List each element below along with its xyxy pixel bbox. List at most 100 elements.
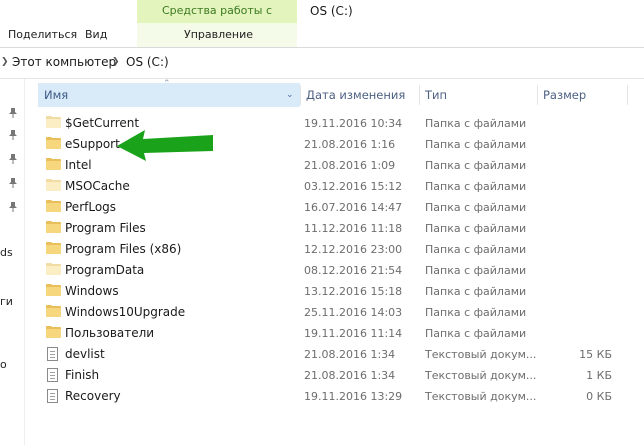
file-type: Текстовый докум...	[425, 369, 537, 382]
folder-icon	[46, 263, 61, 275]
column-header-size[interactable]: Размер	[537, 83, 627, 107]
file-row[interactable]: Finish 21.08.2016 1:34 Текстовый докум... 1…	[38, 365, 644, 386]
file-size	[532, 134, 612, 155]
column-divider[interactable]	[627, 85, 628, 105]
file-row[interactable]: PerfLogs 16.07.2016 14:47 Папка с файлами	[38, 197, 644, 218]
chevron-down-icon[interactable]: ⌄	[286, 83, 294, 107]
tab-manage[interactable]: Управление	[184, 24, 253, 46]
column-header-date[interactable]: Дата изменения	[300, 83, 420, 107]
file-size	[532, 239, 612, 260]
file-date: 21.08.2016 1:16	[304, 138, 396, 151]
file-date: 19.11.2016 10:34	[304, 117, 403, 130]
file-row[interactable]: MSOCache 03.12.2016 15:12 Папка с файлами	[38, 176, 644, 197]
folder-icon	[46, 326, 61, 338]
file-name: devlist	[65, 347, 105, 361]
file-type: Папка с файлами	[425, 117, 527, 130]
file-type: Папка с файлами	[425, 138, 527, 151]
file-date: 11.12.2016 11:18	[304, 222, 403, 235]
folder-icon	[46, 284, 61, 296]
folder-icon	[46, 116, 61, 128]
file-type: Текстовый докум...	[425, 390, 537, 403]
file-name: Program Files (x86)	[65, 242, 182, 256]
file-row[interactable]: Program Files 11.12.2016 11:18 Папка с фай…	[38, 218, 644, 239]
folder-icon	[46, 179, 61, 191]
file-date: 13.12.2016 15:18	[304, 285, 403, 298]
chevron-right-icon[interactable]: ❯	[112, 57, 120, 67]
folder-icon	[46, 200, 61, 212]
file-row[interactable]: Windows10Upgrade 25.11.2016 14:03 Папка с …	[38, 302, 644, 323]
sort-ascending-icon: ⌃	[163, 79, 171, 89]
nav-item-fragment[interactable]: ds	[0, 246, 13, 259]
file-type: Папка с файлами	[425, 159, 527, 172]
pin-icon[interactable]	[9, 202, 17, 212]
file-name: Recovery	[65, 389, 121, 403]
file-date: 21.08.2016 1:09	[304, 159, 396, 172]
file-size	[532, 281, 612, 302]
file-date: 19.11.2016 11:14	[304, 327, 403, 340]
pin-icon[interactable]	[9, 154, 17, 164]
file-date: 21.08.2016 1:34	[304, 369, 396, 382]
text-document-icon	[47, 347, 58, 361]
file-type: Текстовый докум...	[425, 348, 537, 361]
file-size	[532, 302, 612, 323]
file-size: 15 КБ	[579, 348, 612, 361]
file-name: PerfLogs	[65, 200, 117, 214]
file-date: 08.12.2016 21:54	[304, 264, 403, 277]
file-name: Пользователи	[65, 326, 155, 340]
file-size	[532, 176, 612, 197]
disk-tools-context-label: Средства работы с дисками	[137, 0, 297, 38]
file-type: Папка с файлами	[425, 264, 527, 277]
file-size: 0 КБ	[586, 390, 612, 403]
file-size	[532, 197, 612, 218]
file-name: MSOCache	[65, 179, 130, 193]
file-size	[532, 218, 612, 239]
pin-icon[interactable]	[9, 108, 17, 118]
column-header-type[interactable]: Тип	[419, 83, 537, 107]
folder-icon	[46, 242, 61, 254]
breadcrumb-this-pc[interactable]: Этот компьютер	[12, 55, 116, 69]
tab-share[interactable]: Поделиться	[8, 24, 77, 46]
file-type: Папка с файлами	[425, 180, 527, 193]
file-row[interactable]: Recovery 19.11.2016 13:29 Текстовый докум.…	[38, 386, 644, 407]
file-name: ProgramData	[65, 263, 145, 277]
file-name: Windows	[65, 284, 119, 298]
file-type: Папка с файлами	[425, 243, 527, 256]
nav-item-fragment[interactable]: о	[0, 358, 7, 371]
file-name: Windows10Upgrade	[65, 305, 186, 319]
file-name: Finish	[65, 368, 100, 382]
window-title: OS (C:)	[310, 4, 353, 18]
file-date: 25.11.2016 14:03	[304, 306, 403, 319]
file-date: 03.12.2016 15:12	[304, 180, 403, 193]
nav-item-fragment[interactable]: ги	[0, 295, 13, 308]
file-row[interactable]: Windows 13.12.2016 15:18 Папка с файлами	[38, 281, 644, 302]
file-size	[532, 323, 612, 344]
file-type: Папка с файлами	[425, 201, 527, 214]
file-date: 19.11.2016 13:29	[304, 390, 403, 403]
file-name: Intel	[65, 158, 92, 172]
file-name: eSupport	[65, 137, 120, 151]
chevron-right-icon[interactable]: ❯	[1, 57, 9, 67]
file-date: 21.08.2016 1:34	[304, 348, 396, 361]
file-name: Program Files	[65, 221, 146, 235]
file-size	[532, 155, 612, 176]
folder-icon	[46, 305, 61, 317]
file-size	[532, 260, 612, 281]
file-type: Папка с файлами	[425, 222, 527, 235]
file-row[interactable]: Пользователи 19.11.2016 11:14 Папка с файл…	[38, 323, 644, 344]
tab-view[interactable]: Вид	[85, 24, 107, 46]
folder-icon	[46, 158, 61, 170]
file-size	[532, 113, 612, 134]
folder-icon	[46, 137, 61, 149]
pin-icon[interactable]	[9, 178, 17, 188]
green-arrow-icon	[117, 130, 213, 161]
text-document-icon	[47, 389, 58, 403]
file-date: 16.07.2016 14:47	[304, 201, 403, 214]
file-size: 1 КБ	[586, 369, 612, 382]
text-document-icon	[47, 368, 58, 382]
file-row[interactable]: devlist 21.08.2016 1:34 Текстовый докум...…	[38, 344, 644, 365]
pin-icon[interactable]	[9, 130, 17, 140]
file-row[interactable]: ProgramData 08.12.2016 21:54 Папка с файла…	[38, 260, 644, 281]
file-type: Папка с файлами	[425, 306, 527, 319]
breadcrumb-drive[interactable]: OS (C:)	[126, 55, 169, 69]
file-row[interactable]: Program Files (x86) 12.12.2016 23:00 Папка…	[38, 239, 644, 260]
